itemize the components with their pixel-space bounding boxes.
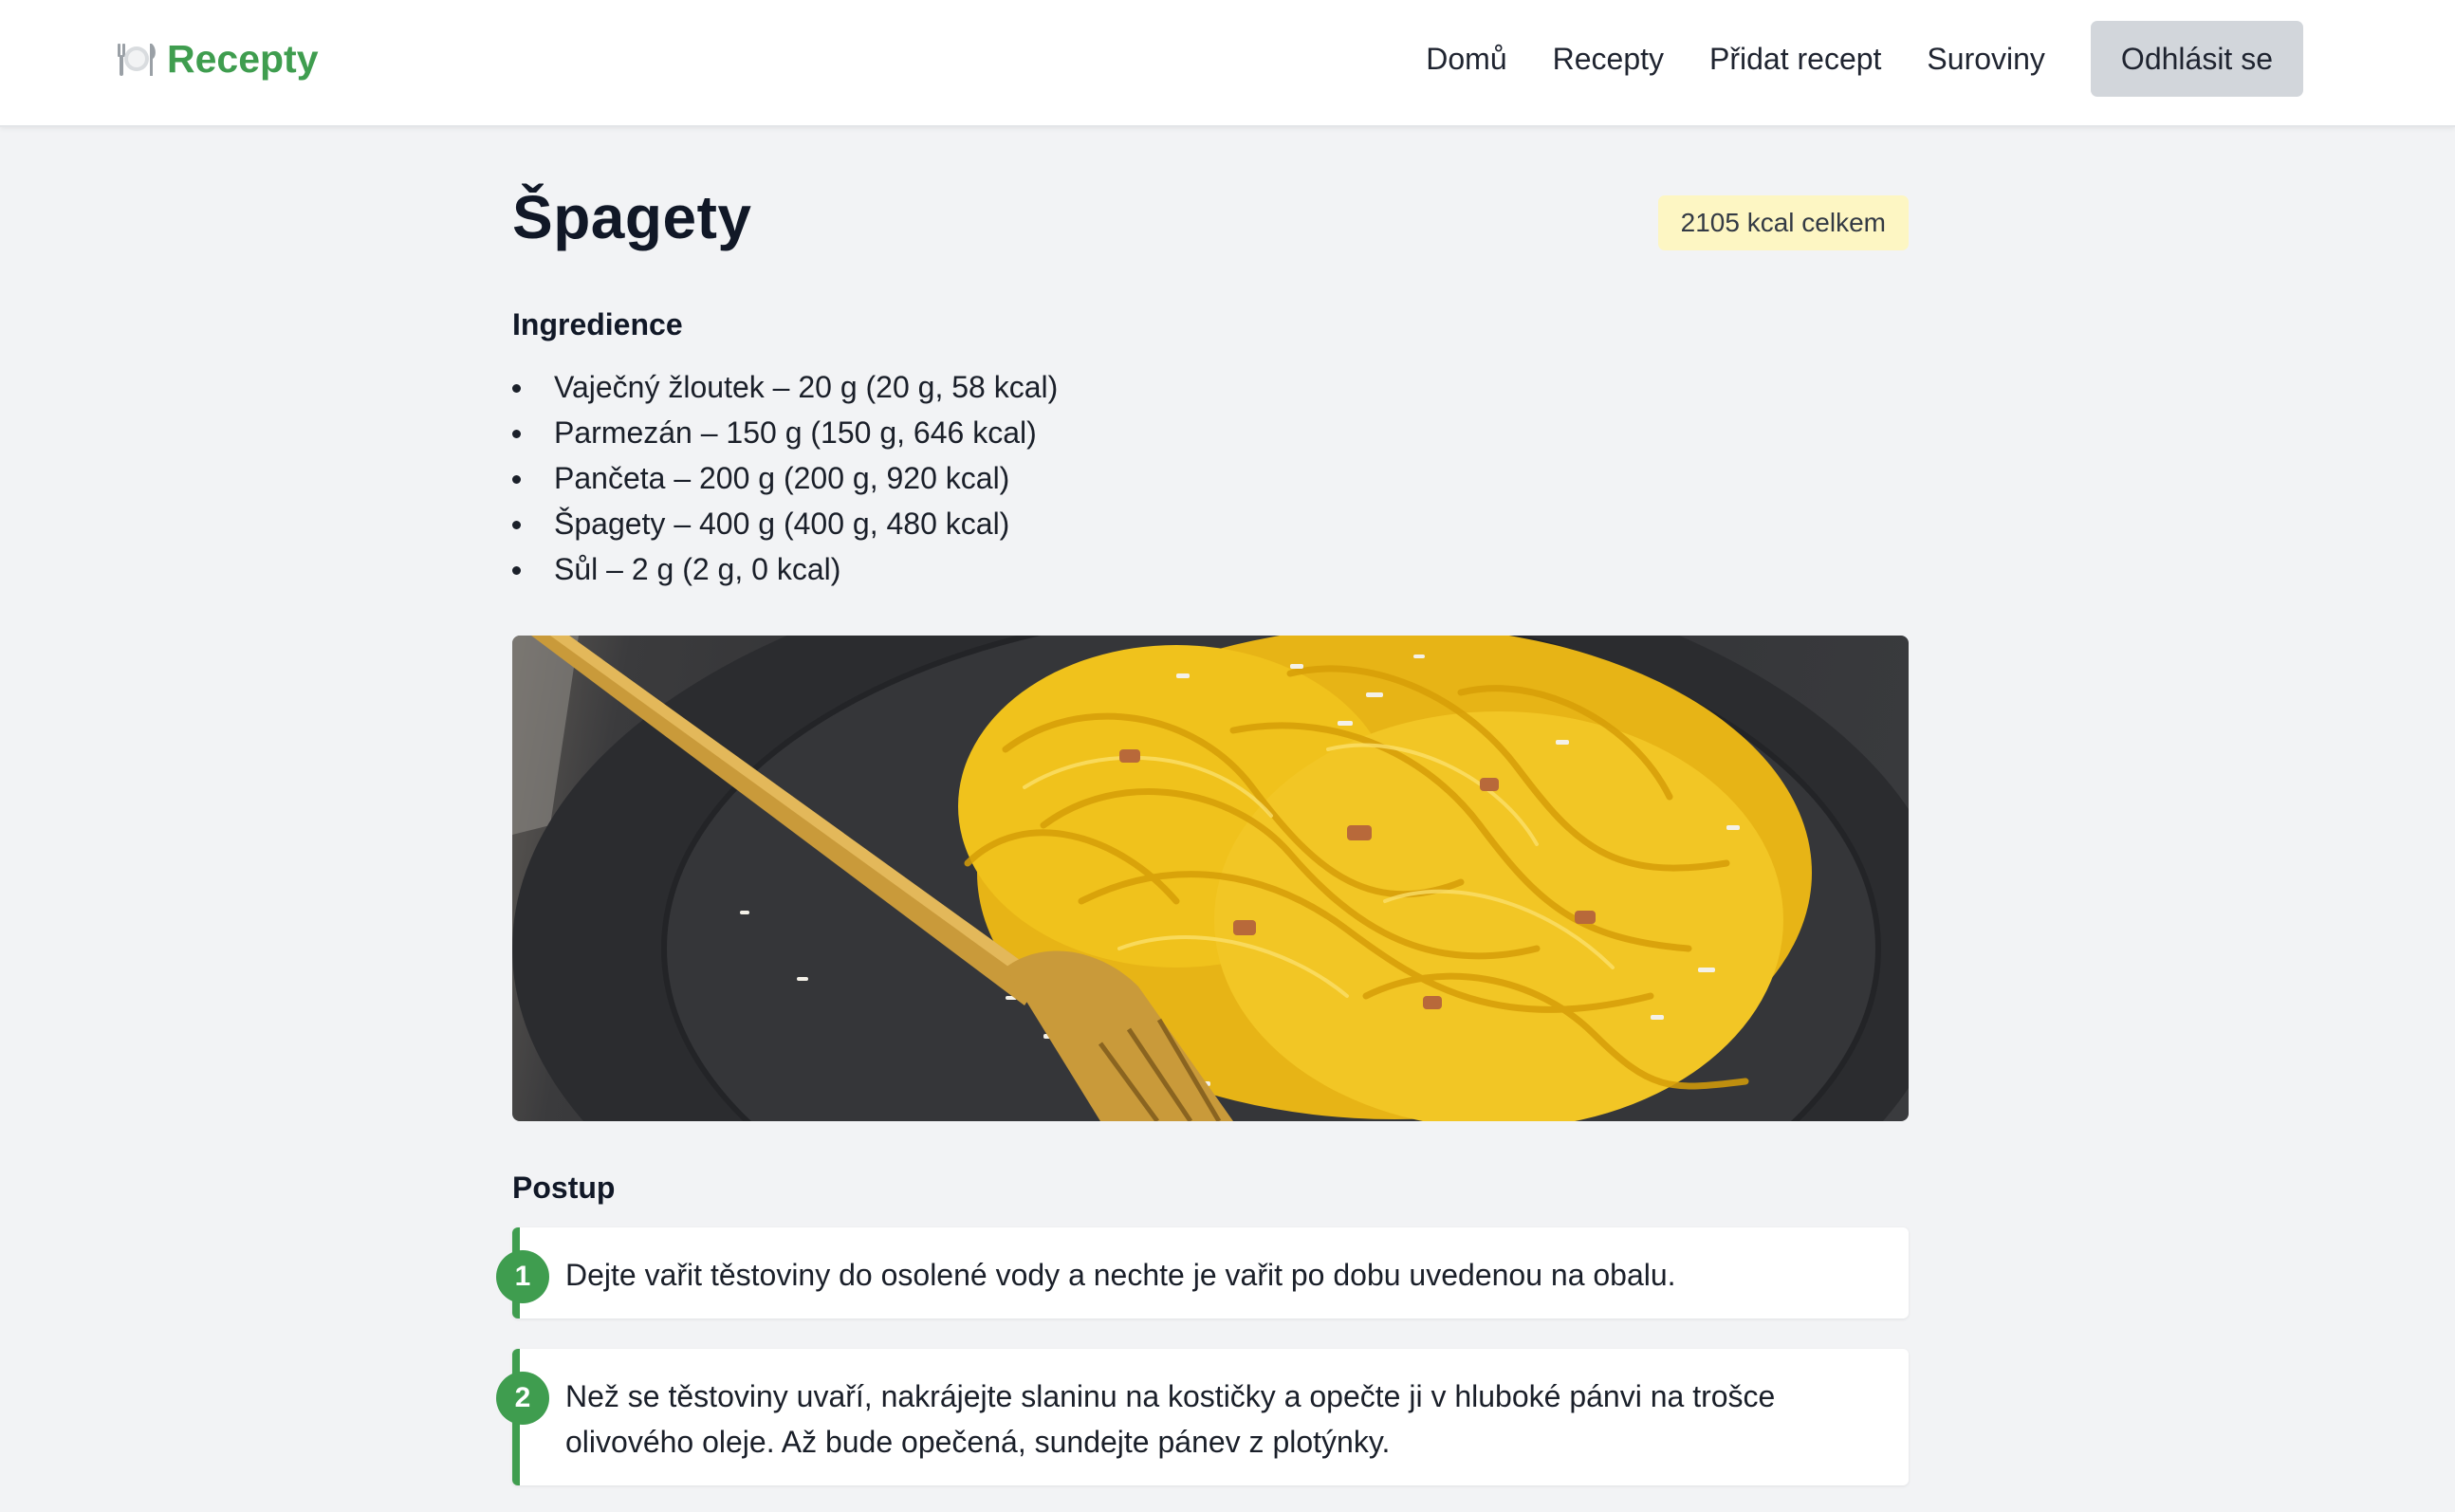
brand-label: Recepty	[167, 36, 319, 81]
step-text: Dejte vařit těstoviny do osolené vody a …	[565, 1258, 1676, 1292]
page-title: Špagety	[512, 183, 752, 251]
steps-heading: Postup	[512, 1171, 616, 1205]
step-number-badge: 1	[496, 1250, 549, 1303]
main-nav: Domů Recepty Přidat recept Suroviny Odhl…	[1426, 21, 2303, 97]
nav-add-recipe[interactable]: Přidat recept	[1709, 42, 1881, 77]
ingredient-item: Špagety – 400 g (400 g, 480 kcal)	[512, 501, 1058, 546]
brand-logo-link[interactable]: Recepty	[116, 30, 319, 87]
step-card: 2 Než se těstoviny uvaří, nakrájejte sla…	[496, 1349, 1909, 1485]
top-navbar: Recepty Domů Recepty Přidat recept Surov…	[0, 0, 2455, 127]
step-card: 1 Dejte vařit těstoviny do osolené vody …	[496, 1227, 1909, 1318]
nav-ingredients[interactable]: Suroviny	[1927, 42, 2045, 77]
ingredient-item: Vaječný žloutek – 20 g (20 g, 58 kcal)	[512, 364, 1058, 410]
ingredient-item: Sůl – 2 g (2 g, 0 kcal)	[512, 546, 1058, 592]
ingredient-item: Pančeta – 200 g (200 g, 920 kcal)	[512, 455, 1058, 501]
plate-utensils-icon	[116, 38, 157, 80]
ingredients-heading: Ingredience	[512, 307, 683, 341]
kcal-badge: 2105 kcal celkem	[1657, 195, 1909, 250]
logout-button[interactable]: Odhlásit se	[2090, 21, 2303, 97]
recipe-detail: Špagety 2105 kcal celkem Ingredience Vaj…	[496, 127, 1909, 1485]
step-number-badge: 2	[496, 1372, 549, 1425]
recipe-title-row: Špagety 2105 kcal celkem	[512, 127, 1909, 317]
step-text: Než se těstoviny uvaří, nakrájejte slani…	[565, 1379, 1776, 1459]
nav-recipes[interactable]: Recepty	[1553, 42, 1664, 77]
ingredient-item: Parmezán – 150 g (150 g, 646 kcal)	[512, 410, 1058, 455]
nav-home[interactable]: Domů	[1426, 42, 1506, 77]
ingredients-list: Vaječný žloutek – 20 g (20 g, 58 kcal) P…	[512, 364, 1058, 592]
recipe-photo	[512, 636, 1909, 1121]
